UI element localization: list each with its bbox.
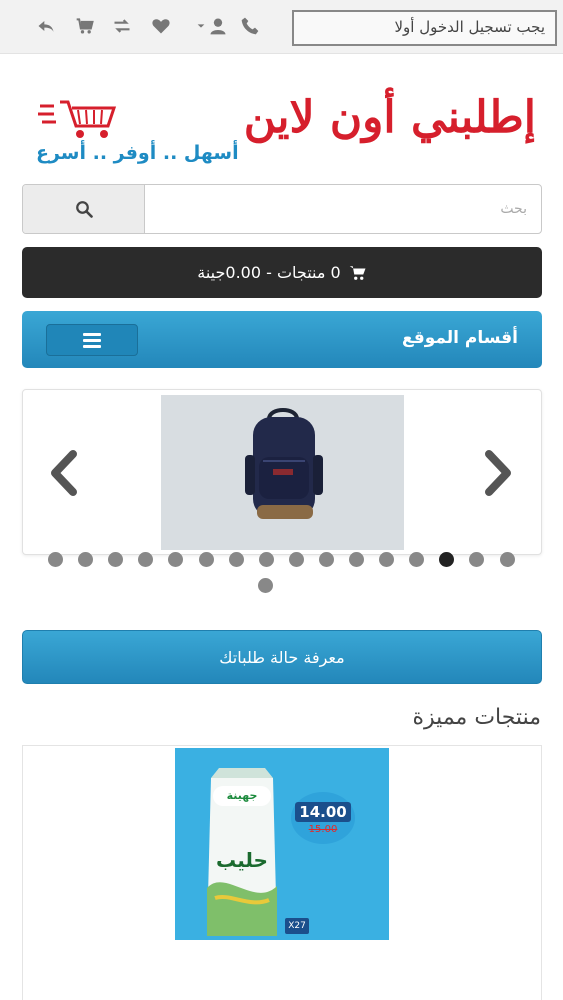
search-icon <box>75 201 93 218</box>
carousel-dot[interactable] <box>409 552 425 567</box>
product-card[interactable]: جهينة حليب X27 14.00 15.00 <box>22 745 542 1000</box>
categories-label: أقسام الموقع <box>401 328 518 348</box>
carousel-dot[interactable] <box>288 552 304 567</box>
search-input[interactable] <box>145 185 541 233</box>
logo-text: إطلبني أون لاين <box>243 92 536 143</box>
carousel-dot[interactable] <box>349 552 364 567</box>
carousel-dot[interactable] <box>258 552 274 567</box>
carousel-dot[interactable] <box>168 552 184 567</box>
cart-icon <box>349 265 366 280</box>
carousel-dot[interactable] <box>138 552 154 567</box>
product-pack: X27 <box>285 918 309 934</box>
product-name: حليب <box>216 848 268 872</box>
carousel-prev-button[interactable] <box>43 448 83 498</box>
compare-icon[interactable] <box>110 14 134 38</box>
carousel-dot[interactable] <box>379 552 395 567</box>
user-icon[interactable] <box>192 14 232 38</box>
search-bar <box>22 184 542 234</box>
backpack-image <box>161 395 404 550</box>
carousel-next-button[interactable] <box>479 448 519 498</box>
hamburger-icon-bar <box>83 338 101 342</box>
product-image[interactable]: جهينة حليب X27 14.00 15.00 <box>175 748 389 940</box>
chevron-left-icon <box>51 450 77 496</box>
top-bar: يجب تسجيل الدخول أولا <box>0 0 563 54</box>
carousel-slide-image[interactable] <box>161 395 404 550</box>
product-old-price: 15.00 <box>308 823 338 835</box>
price-badge: 14.00 15.00 <box>291 792 355 844</box>
milk-carton-image: جهينة حليب X27 <box>205 768 309 938</box>
hamburger-icon-bar <box>83 332 101 336</box>
order-status-button[interactable]: معرفة حالة طلباتك <box>22 630 542 684</box>
featured-products-title: منتجات مميزة <box>412 705 541 730</box>
carousel-dot[interactable] <box>228 552 244 567</box>
carousel-dot[interactable] <box>108 552 124 567</box>
back-icon[interactable] <box>34 14 58 38</box>
logo-tagline: أسهل .. أوفر .. أسرع <box>36 142 239 164</box>
heart-icon[interactable] <box>149 14 173 38</box>
login-notice: يجب تسجيل الدخول أولا <box>292 10 557 46</box>
menu-toggle-button[interactable] <box>46 324 138 356</box>
cart-icon[interactable] <box>73 14 97 38</box>
carousel-dot[interactable] <box>198 552 214 567</box>
carousel-dot[interactable] <box>469 552 485 567</box>
chevron-right-icon <box>485 450 511 496</box>
site-logo[interactable]: إطلبني أون لاين أسهل .. أوفر .. أسرع <box>36 92 546 172</box>
logo-cart-icon <box>38 100 117 138</box>
categories-bar[interactable]: أقسام الموقع <box>22 311 542 368</box>
carousel-dot[interactable] <box>499 552 515 567</box>
search-button[interactable] <box>23 185 145 233</box>
carousel-dot[interactable] <box>78 552 94 567</box>
cart-summary-button[interactable]: 0 منتجات - 0.00جينة <box>22 247 542 298</box>
carousel-dot[interactable] <box>318 552 334 567</box>
hamburger-icon-bar <box>83 344 101 348</box>
carousel-dot[interactable] <box>439 552 455 567</box>
carousel-dot[interactable] <box>48 552 63 567</box>
product-carousel <box>22 389 542 555</box>
cart-summary-label: 0 منتجات - 0.00جينة <box>197 263 341 282</box>
product-price: 14.00 <box>295 801 351 822</box>
phone-icon[interactable] <box>238 14 262 38</box>
product-brand: جهينة <box>213 786 271 806</box>
carousel-dot[interactable] <box>258 578 273 593</box>
